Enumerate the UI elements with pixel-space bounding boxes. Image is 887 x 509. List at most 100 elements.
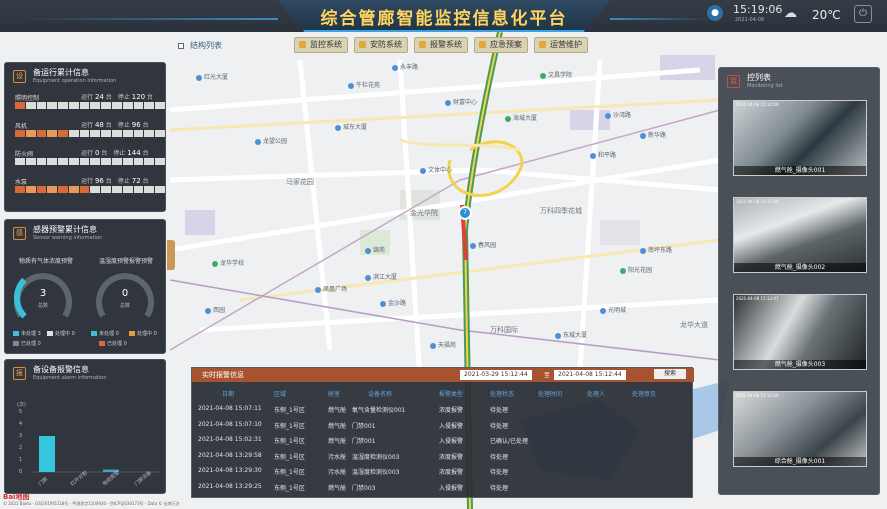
camera-timestamp: 2021-04-08 15:12:06 <box>736 199 779 204</box>
nav-monitoring[interactable]: 监控系统 <box>294 37 348 53</box>
page-title: 综合管廊智能监控信息化平台 <box>320 9 568 29</box>
clock-date: 2021-04-08 <box>735 17 765 23</box>
gauge2-unit: 总数 <box>119 303 130 309</box>
map-poi[interactable]: 永丰路 <box>392 62 418 71</box>
camera-feed[interactable]: 2021-04-08 15:12:06 综合舱_摄像头001 <box>733 391 867 467</box>
warning-icon <box>479 41 486 48</box>
camera-timestamp: 2021-04-08 15:12:06 <box>736 102 779 107</box>
legend-item: 已处理 0 <box>13 340 41 347</box>
layer-list-toggle[interactable]: 结构列表 <box>178 40 222 51</box>
table-cell: 氧气含量检测仪001 <box>352 407 406 414</box>
map-label: 万科国际 <box>490 326 518 334</box>
map-poi[interactable]: 城东大厦 <box>335 122 367 131</box>
bar-segment <box>36 130 47 137</box>
map-poi[interactable]: 光明城 <box>600 305 626 314</box>
legend-item: 已处理 0 <box>99 340 127 347</box>
nav-security[interactable]: 安防系统 <box>354 37 408 53</box>
power-icon[interactable]: ⏻ <box>854 5 872 23</box>
camera-feed[interactable]: 2021-04-08 15:12:06 燃气舱_摄像头002 <box>733 197 867 273</box>
checkbox-icon[interactable] <box>178 42 184 49</box>
map-poi[interactable]: 滨江大厦 <box>365 272 397 281</box>
search-button[interactable]: 搜索 <box>654 369 686 379</box>
map-poi[interactable]: 海城大厦 <box>505 113 537 122</box>
panel-subtitle: Monitoring list <box>747 83 783 89</box>
bar-segment <box>90 158 101 165</box>
table-cell: 污水舱 <box>328 453 347 461</box>
bar-segment <box>101 102 112 109</box>
bar-segment <box>79 102 90 109</box>
map-poi[interactable]: 新华路 <box>640 130 666 139</box>
table-cell: 入侵报警 <box>439 484 464 492</box>
table-header-cell[interactable]: 处理时间 <box>538 389 562 398</box>
nav-emergency[interactable]: 应急预案 <box>474 37 528 53</box>
nav-maintenance[interactable]: 运营维护 <box>534 37 588 53</box>
camera-timestamp: 2021-04-08 15:12:06 <box>736 393 779 398</box>
map-poi[interactable]: 西园 <box>205 305 225 314</box>
wrench-icon <box>539 41 546 48</box>
bar-segment <box>47 158 58 165</box>
table-header-cell[interactable]: 区域 <box>274 389 286 398</box>
alarm-table-panel: 实时报警信息 2021-03-29 15:12:44 至 2021-04-08 … <box>191 367 694 498</box>
camera-feed[interactable]: 2021-04-08 15:12:06 燃气舱_摄像头001 <box>733 100 867 176</box>
map-poi[interactable]: 财富中心 <box>445 97 477 106</box>
camera-feed[interactable]: 2021-04-08 15:12:07 燃气舱_摄像头003 <box>733 294 867 370</box>
table-header-cell[interactable]: 处理状态 <box>490 389 514 398</box>
map-poi[interactable]: 文体中心 <box>420 165 452 174</box>
equipment-bar <box>15 102 165 109</box>
map-marker-icon[interactable]: 7 <box>458 206 472 220</box>
date-to-input[interactable]: 2021-04-08 15:12:44 <box>554 370 626 380</box>
bar-segment <box>79 130 90 137</box>
table-cell: 待处理 <box>490 484 509 492</box>
map-poi[interactable]: 牛栏花苑 <box>348 80 380 89</box>
equipment-stat: 运行 96 台 停止 72 台 <box>81 177 149 185</box>
nav-alarm[interactable]: 报警系统 <box>414 37 468 53</box>
bar-segment <box>25 102 36 109</box>
map-label: 金光华院 <box>410 209 438 217</box>
bar-segment <box>47 130 58 137</box>
table-header-cell[interactable]: 报警类型 <box>439 389 463 398</box>
table-header-cell[interactable]: 舱室 <box>328 389 340 398</box>
bar-segment <box>101 158 112 165</box>
table-cell: 东侧_1号区 <box>274 407 305 414</box>
bar-segment <box>15 102 25 109</box>
map-poi[interactable]: 金沙路 <box>380 298 406 307</box>
table-header-cell[interactable]: 日期 <box>222 389 234 398</box>
map-poi[interactable]: 凤凰广场 <box>315 284 347 293</box>
camera-timestamp: 2021-04-08 15:12:07 <box>736 296 779 301</box>
panel-collapse-handle[interactable] <box>167 240 175 270</box>
map-poi[interactable]: 和平路 <box>590 150 616 159</box>
equipment-icon: 设 <box>13 70 26 83</box>
mic-icon[interactable]: ● <box>707 5 723 21</box>
bar-segment <box>25 186 36 193</box>
bar-segment <box>133 130 144 137</box>
table-header-cell[interactable]: 处理人 <box>587 389 605 398</box>
table-cell: 燃气舱 <box>328 407 347 414</box>
bar-segment <box>90 102 101 109</box>
map-poi[interactable]: 南坪东路 <box>640 245 672 254</box>
map-poi[interactable]: 沙湾路 <box>605 110 631 119</box>
bar-segment <box>133 186 144 193</box>
table-cell: 污水舱 <box>328 469 347 476</box>
bar-segment <box>79 186 90 193</box>
map-poi[interactable]: 东城大厦 <box>555 330 587 339</box>
map-poi[interactable]: 阳光花园 <box>620 265 652 274</box>
map-poi[interactable]: 文昌学院 <box>540 70 572 79</box>
map-poi[interactable]: 天福苑 <box>430 340 456 349</box>
camera-panel: 监 控列表 Monitoring list 2021-04-08 15:12:0… <box>718 67 880 495</box>
map-poi[interactable]: 龙华学校 <box>212 258 244 267</box>
table-cell: 东侧_1号区 <box>274 438 305 445</box>
map-poi[interactable]: 红光大厦 <box>196 72 228 81</box>
map-poi[interactable]: 春风园 <box>470 240 496 249</box>
equipment-stat: 运行 0 台 停止 144 台 <box>81 149 149 157</box>
table-cell: 燃气舱 <box>328 484 347 492</box>
map-poi[interactable]: 龙望公园 <box>255 136 287 145</box>
table-header-cell[interactable]: 设备名称 <box>368 389 392 398</box>
panel-subtitle: Equipment operation information <box>33 78 117 84</box>
date-from-input[interactable]: 2021-03-29 15:12:44 <box>460 370 532 380</box>
map-poi[interactable]: 锦苑 <box>365 245 385 254</box>
table-header-cell[interactable]: 处理意见 <box>632 389 656 398</box>
bar-segment <box>122 158 133 165</box>
bar-segment <box>155 158 165 165</box>
shield-icon <box>359 41 366 48</box>
camera-caption: 燃气舱_摄像头002 <box>734 263 866 272</box>
